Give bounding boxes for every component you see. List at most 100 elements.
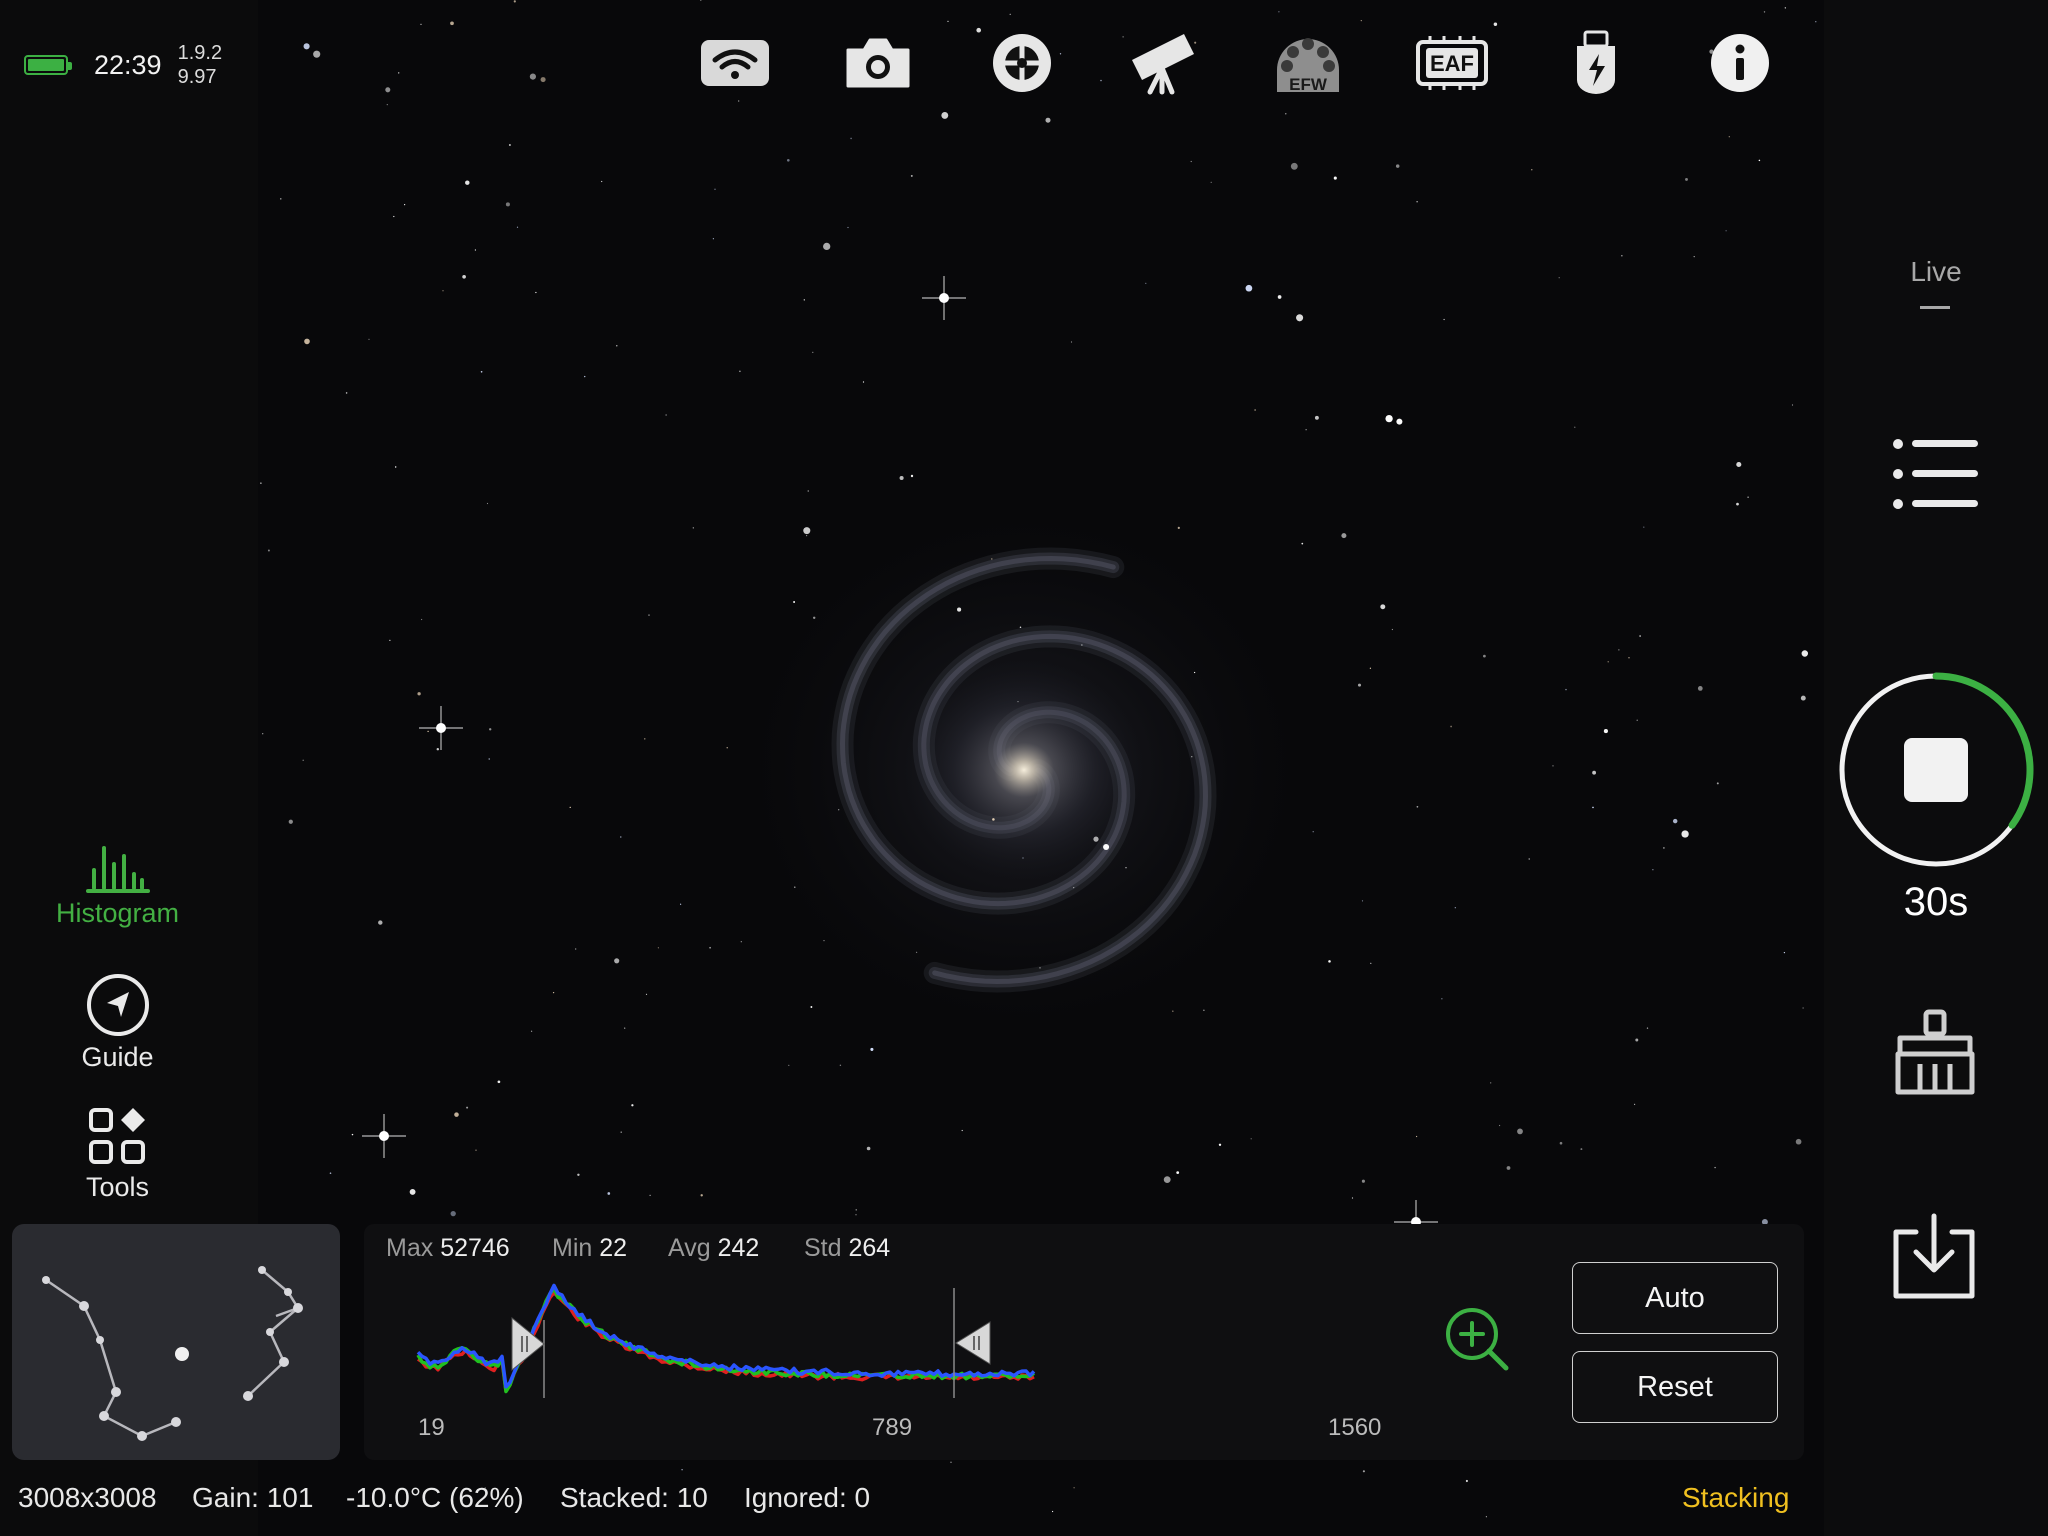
star (823, 242, 831, 251)
stacked-count: Stacked: 10 (560, 1482, 708, 1513)
star (577, 1173, 580, 1177)
telescope-button[interactable] (1124, 28, 1204, 98)
list-menu-icon[interactable] (1890, 436, 1980, 512)
star (1552, 765, 1554, 767)
star (1693, 256, 1695, 258)
star (505, 202, 510, 207)
tools-tool-button[interactable]: Tools (0, 1106, 235, 1203)
star (1634, 1103, 1636, 1105)
star (569, 806, 571, 809)
max-label: Max (386, 1234, 434, 1262)
star (552, 991, 555, 994)
star (813, 616, 816, 619)
star (1125, 867, 1127, 869)
histogram-curves (416, 1283, 1036, 1398)
star (1801, 650, 1809, 657)
star (950, 1461, 952, 1463)
star (1093, 836, 1099, 842)
star (1191, 756, 1193, 758)
star (1277, 295, 1282, 299)
star (1357, 683, 1362, 687)
power-button[interactable] (1556, 28, 1636, 98)
star (620, 1131, 622, 1133)
target-icon (993, 34, 1051, 92)
star (1506, 1166, 1511, 1170)
constellation-map (42, 1266, 303, 1441)
star (1672, 818, 1678, 824)
star (855, 1214, 857, 1216)
star (1493, 22, 1498, 27)
axis-right-label: 1560 (1328, 1414, 1382, 1441)
wifi-button[interactable] (695, 28, 775, 98)
star (1312, 831, 1314, 833)
download-icon[interactable] (1886, 1212, 1982, 1302)
star (1618, 649, 1620, 651)
auto-stretch-button[interactable]: Auto (1572, 1262, 1778, 1334)
live-mode-tab[interactable]: Live (1824, 256, 2048, 288)
star (329, 1172, 332, 1174)
star (1565, 688, 1567, 691)
star (1663, 847, 1665, 849)
star (644, 738, 646, 740)
star (488, 758, 490, 760)
histogram-tool-button[interactable]: Histogram (0, 840, 235, 929)
star (386, 104, 388, 106)
star (1193, 671, 1196, 674)
star (1341, 533, 1347, 539)
guide-tool-button[interactable]: Guide (0, 972, 235, 1073)
star (345, 392, 348, 394)
max-value: 52746 (440, 1234, 510, 1262)
star (1100, 79, 1102, 82)
capture-settings-button[interactable] (838, 28, 918, 98)
star (649, 1194, 651, 1197)
reset-stretch-button[interactable]: Reset (1572, 1351, 1778, 1423)
star (1019, 626, 1022, 629)
white-point-handle[interactable] (955, 1321, 991, 1365)
star (540, 77, 546, 83)
temperature-text: -10.0°C (62%) (346, 1482, 524, 1513)
star (1017, 701, 1019, 703)
star (474, 249, 476, 251)
eaf-icon: EAF (1416, 36, 1488, 90)
star (793, 601, 796, 603)
star (839, 1064, 842, 1067)
star (465, 180, 470, 185)
star (1716, 782, 1719, 785)
star (313, 50, 321, 58)
tools-label: Tools (85, 1172, 150, 1202)
star (794, 886, 796, 888)
star (910, 474, 914, 478)
star (807, 490, 809, 492)
star (1176, 1171, 1180, 1174)
star (1441, 998, 1443, 1000)
star (812, 351, 814, 354)
stop-capture-button[interactable] (1836, 670, 2036, 870)
star (1574, 426, 1576, 428)
star (738, 100, 740, 102)
star (302, 759, 304, 762)
star (1490, 1082, 1492, 1084)
star (1203, 1009, 1205, 1011)
info-button[interactable] (1700, 28, 1780, 98)
star (1592, 806, 1594, 809)
efw-button[interactable]: EFW (1268, 28, 1348, 98)
star (1416, 201, 1418, 203)
star (1361, 1179, 1365, 1183)
clock: 22:39 (94, 49, 162, 80)
camera-icon (846, 38, 910, 88)
star (631, 1104, 634, 1107)
star-map-minimap[interactable] (12, 1224, 340, 1460)
star (1362, 1470, 1365, 1473)
star (1639, 635, 1641, 637)
clear-brush-icon[interactable] (1890, 1008, 1980, 1098)
eaf-button[interactable]: EAF (1412, 28, 1492, 98)
star (475, 1149, 477, 1151)
star (1351, 1197, 1354, 1199)
star (1039, 967, 1041, 969)
zoom-in-icon[interactable] (1442, 1304, 1514, 1376)
star (262, 733, 264, 735)
target-button[interactable] (982, 28, 1062, 98)
star (1385, 414, 1393, 423)
star (1250, 1138, 1252, 1140)
star (1800, 695, 1806, 701)
